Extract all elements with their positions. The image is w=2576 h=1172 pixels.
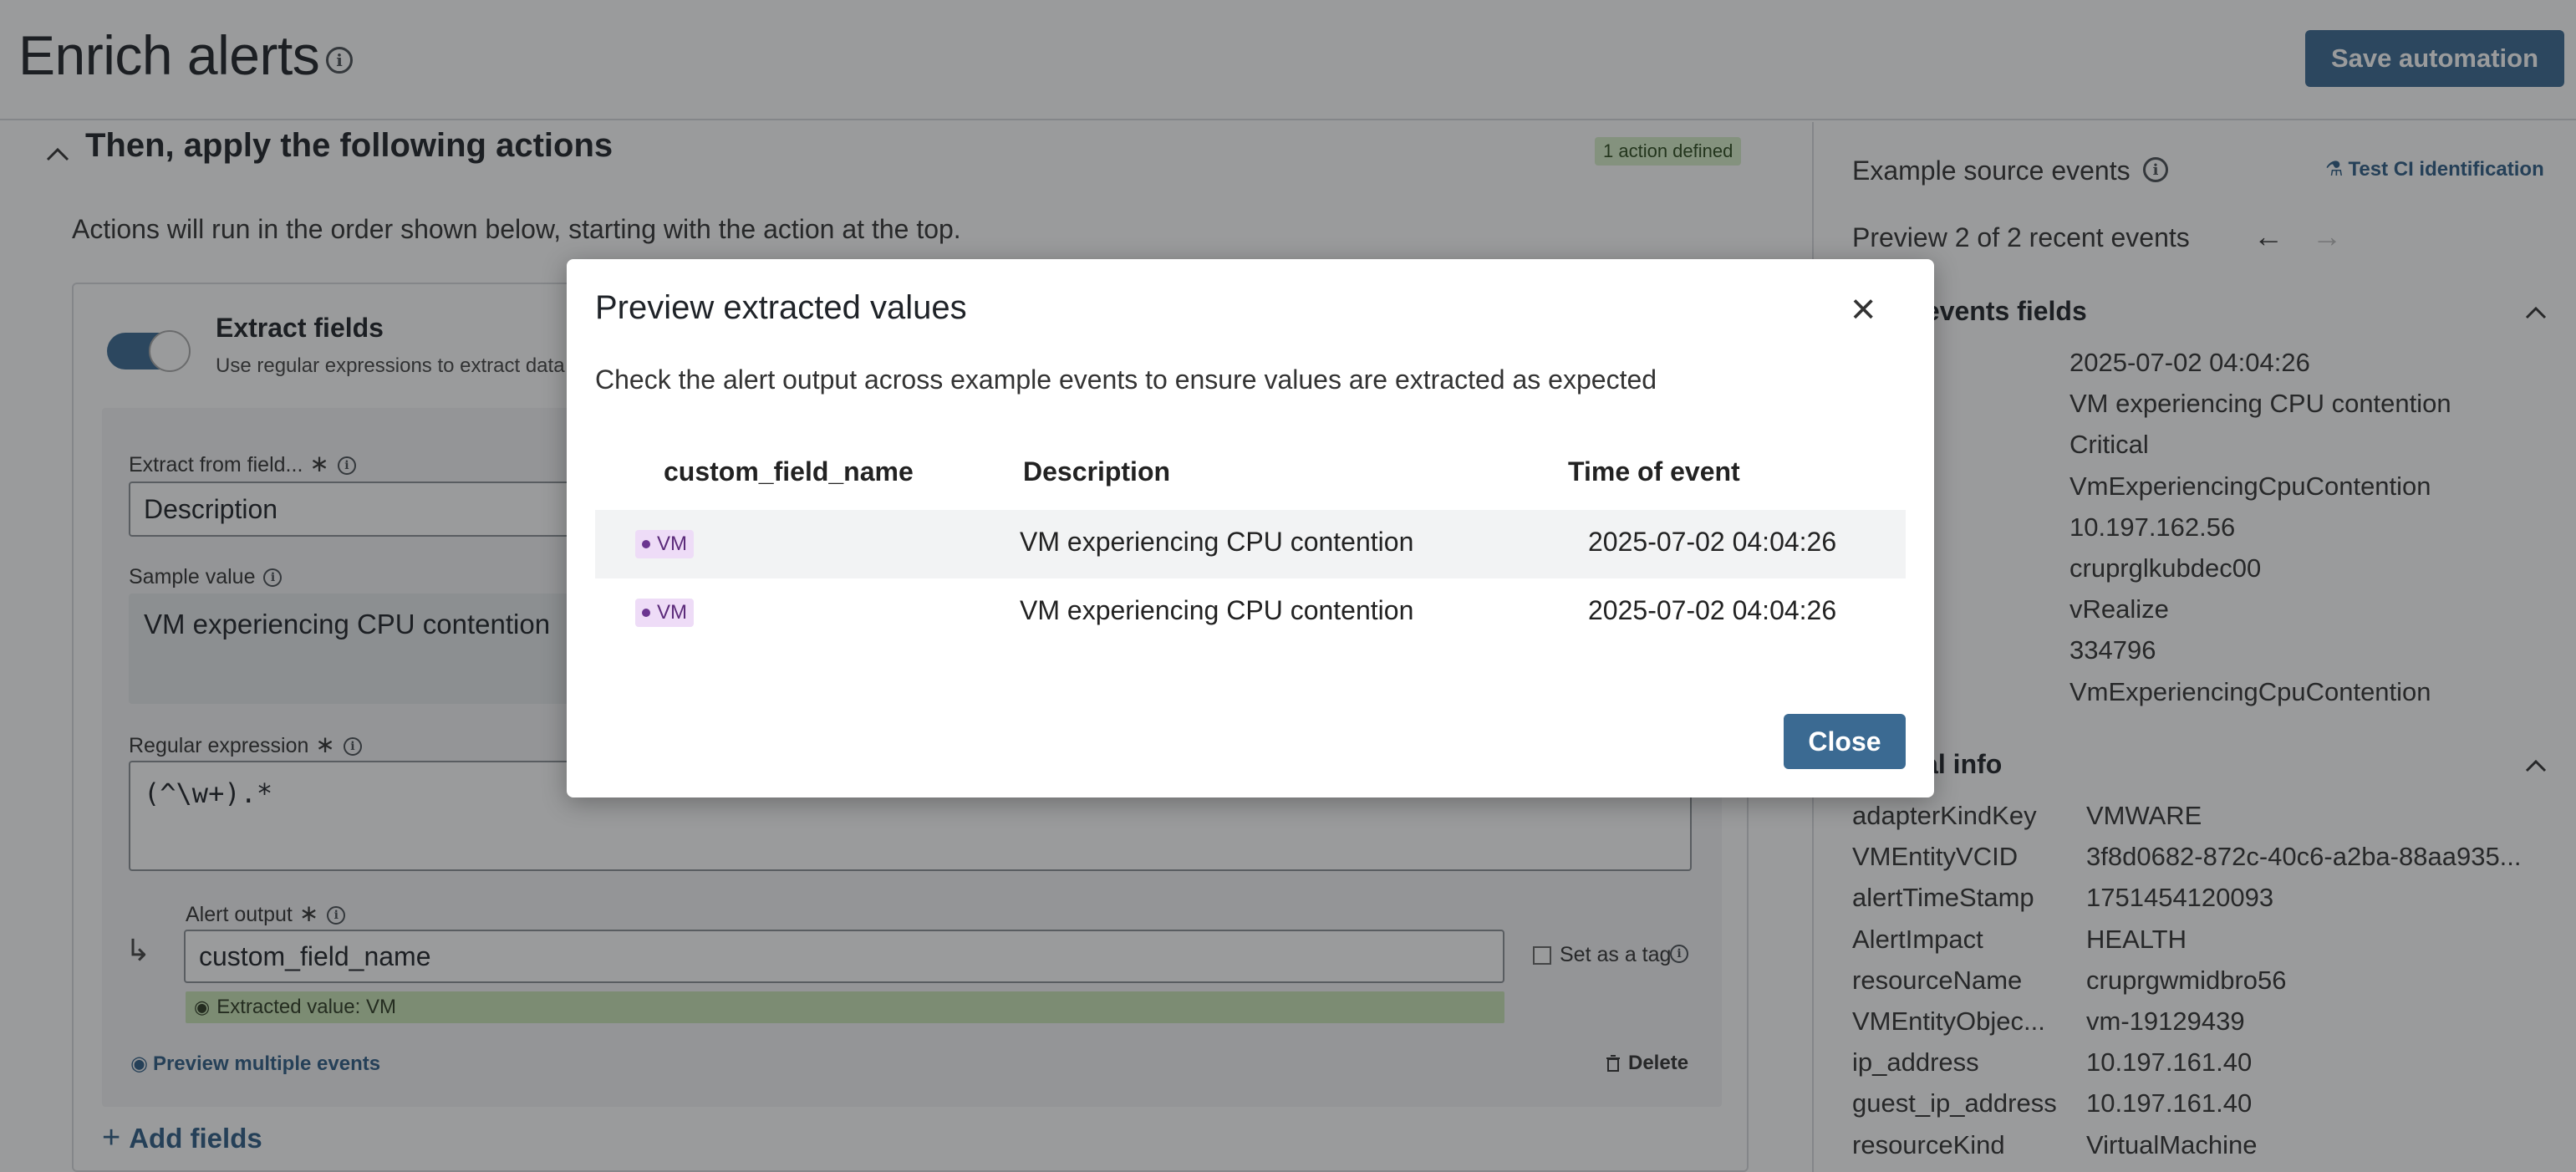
table-row: VM VM experiencing CPU contention 2025-0… <box>595 578 1906 647</box>
column-header-time[interactable]: Time of event <box>1568 456 1740 487</box>
dot-icon <box>642 609 650 617</box>
value-badge: VM <box>635 599 694 627</box>
close-button[interactable]: Close <box>1784 714 1906 769</box>
badge-text: VM <box>657 601 687 624</box>
column-header-custom-field[interactable]: custom_field_name <box>664 456 914 487</box>
dot-icon <box>642 540 650 548</box>
row-description: VM experiencing CPU contention <box>1020 527 1414 557</box>
badge-text: VM <box>657 532 687 555</box>
row-description: VM experiencing CPU contention <box>1020 595 1414 625</box>
modal-description: Check the alert output across example ev… <box>595 364 1657 395</box>
row-time: 2025-07-02 04:04:26 <box>1588 595 1837 625</box>
close-icon[interactable]: × <box>1851 288 1876 331</box>
modal-title: Preview extracted values <box>595 289 967 326</box>
table-row: VM VM experiencing CPU contention 2025-0… <box>595 510 1906 578</box>
value-badge: VM <box>635 530 694 558</box>
column-header-description[interactable]: Description <box>1023 456 1170 487</box>
row-time: 2025-07-02 04:04:26 <box>1588 527 1837 557</box>
preview-extracted-values-modal: Preview extracted values × Check the ale… <box>567 259 1934 797</box>
